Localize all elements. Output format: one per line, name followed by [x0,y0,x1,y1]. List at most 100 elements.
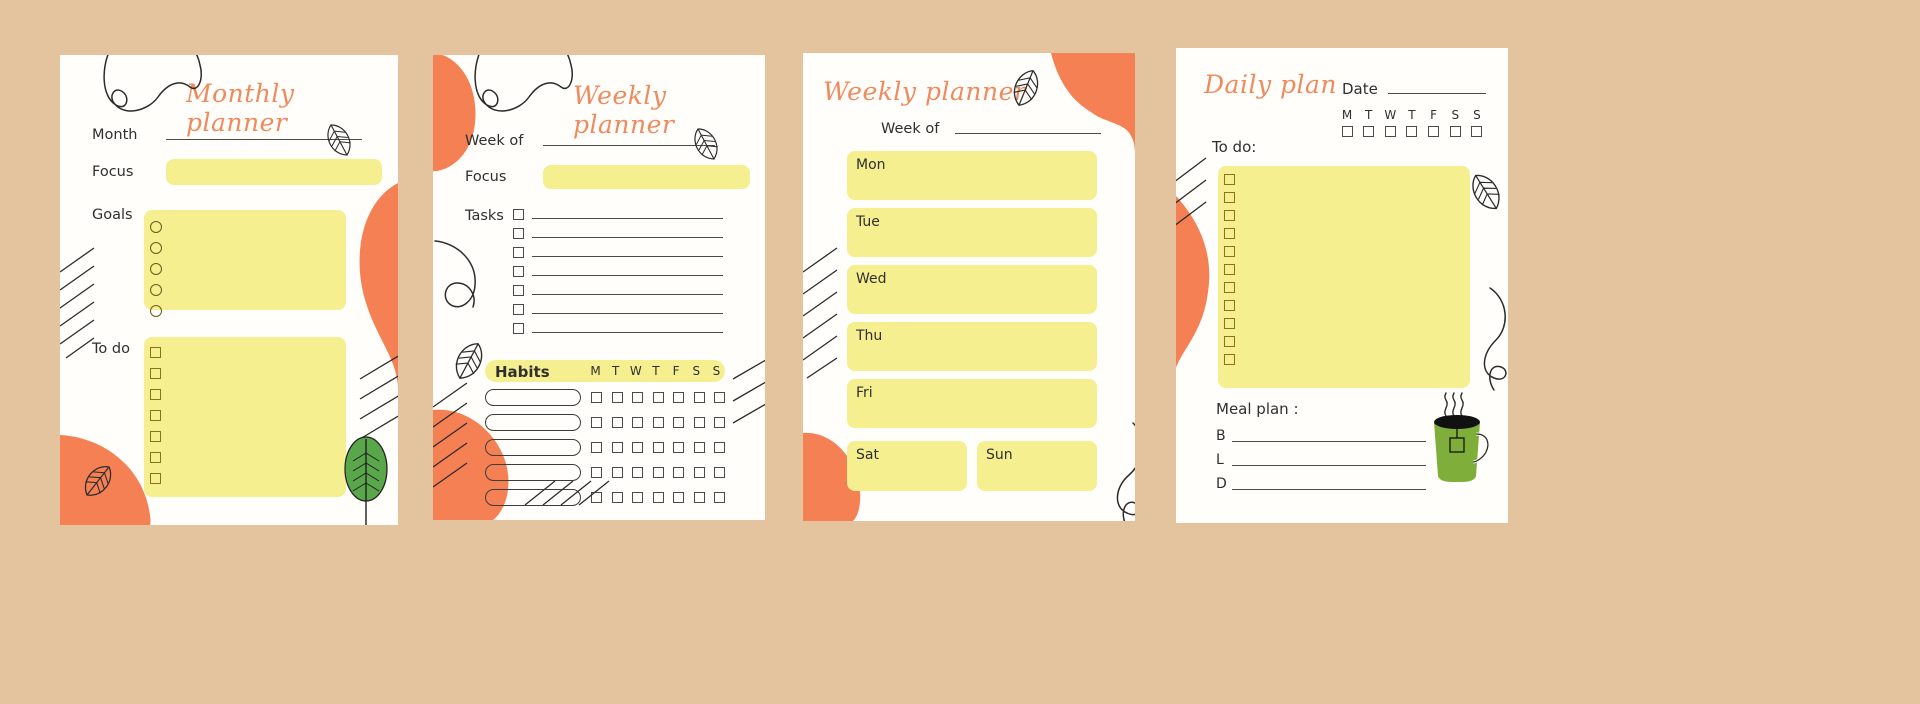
habit-checkbox[interactable] [591,442,602,453]
meal-input-line[interactable] [1232,440,1426,442]
meal-input-line[interactable] [1232,488,1426,490]
todo-checkbox[interactable] [1224,210,1235,221]
day-checkbox[interactable] [1341,126,1353,137]
task-checkbox[interactable] [513,323,524,334]
day-checkbox[interactable] [1363,126,1375,137]
todo-checkbox[interactable] [1224,282,1235,293]
habit-checkbox[interactable] [652,492,664,503]
task-row[interactable] [513,300,723,319]
task-line[interactable] [532,237,723,238]
habit-checkbox[interactable] [714,392,725,403]
habit-checkbox[interactable] [652,467,664,478]
habit-checkbox[interactable] [714,467,725,478]
task-row[interactable] [513,205,723,224]
task-line[interactable] [532,332,723,333]
task-checkbox[interactable] [513,304,524,315]
task-checkbox[interactable] [513,209,524,220]
weekday-block[interactable]: Mon [847,151,1097,200]
task-checkbox[interactable] [513,285,524,296]
habit-checkbox[interactable] [693,417,705,428]
task-row[interactable] [513,319,723,338]
task-row[interactable] [513,281,723,300]
todo-checkbox[interactable] [1224,318,1235,329]
habit-checkbox[interactable] [673,392,684,403]
todo-checkbox[interactable] [1224,354,1235,365]
meal-input-line[interactable] [1232,464,1426,466]
habit-checkbox[interactable] [673,492,684,503]
week-of-input-line[interactable] [955,133,1101,134]
day-checkbox[interactable] [1406,126,1418,137]
habit-name-field[interactable] [485,464,581,481]
goal-circle-marker[interactable] [150,221,162,233]
habit-checkbox[interactable] [632,442,643,453]
month-input-line[interactable] [166,139,362,140]
habit-checkbox[interactable] [714,492,725,503]
todo-box[interactable] [1218,166,1470,388]
habit-checkbox[interactable] [611,492,623,503]
habit-checkbox[interactable] [591,492,602,503]
weekend-block[interactable]: Sun [977,441,1097,491]
weekday-block[interactable]: Tue [847,208,1097,257]
todo-checkbox[interactable] [150,410,161,421]
todo-checkbox[interactable] [1224,228,1235,239]
habit-checkbox[interactable] [714,442,725,453]
task-checkbox[interactable] [513,266,524,277]
todo-checkbox[interactable] [150,389,161,400]
habit-checkbox[interactable] [652,442,664,453]
todo-checkbox[interactable] [150,368,161,379]
weekday-block[interactable]: Wed [847,265,1097,314]
task-line[interactable] [532,294,723,295]
goal-circle-marker[interactable] [150,242,162,254]
todo-checkbox[interactable] [150,431,161,442]
day-checkbox[interactable] [1449,126,1461,137]
week-of-input-line[interactable] [543,145,715,146]
habit-checkbox[interactable] [591,467,602,478]
task-line[interactable] [532,256,723,257]
habit-checkbox[interactable] [673,417,684,428]
todo-checkbox[interactable] [1224,174,1235,185]
habit-checkbox[interactable] [632,467,643,478]
todo-checkbox[interactable] [1224,336,1235,347]
todo-checkbox[interactable] [1224,246,1235,257]
habit-checkbox[interactable] [673,442,684,453]
todo-checkbox[interactable] [150,473,161,484]
goal-circle-marker[interactable] [150,263,162,275]
habit-checkbox[interactable] [591,417,602,428]
day-checkbox[interactable] [1384,126,1396,137]
todo-checkbox[interactable] [1224,264,1235,275]
habit-name-field[interactable] [485,389,581,406]
habit-checkbox[interactable] [693,392,705,403]
task-line[interactable] [532,313,723,314]
habit-checkbox[interactable] [611,467,623,478]
habit-checkbox[interactable] [693,467,705,478]
todo-checkbox[interactable] [1224,192,1235,203]
focus-input-box[interactable] [543,165,750,189]
habit-name-field[interactable] [485,414,581,431]
goal-circle-marker[interactable] [150,305,162,317]
task-line[interactable] [532,218,723,219]
task-row[interactable] [513,224,723,243]
habit-checkbox[interactable] [693,442,705,453]
habit-checkbox[interactable] [652,417,664,428]
day-checkbox[interactable] [1428,126,1440,137]
habit-name-field[interactable] [485,489,581,506]
habit-name-field[interactable] [485,439,581,456]
habit-checkbox[interactable] [611,392,623,403]
focus-input-box[interactable] [166,159,382,185]
task-checkbox[interactable] [513,228,524,239]
weekend-block[interactable]: Sat [847,441,967,491]
task-row[interactable] [513,262,723,281]
habit-checkbox[interactable] [611,442,623,453]
todo-checkbox[interactable] [150,452,161,463]
habit-checkbox[interactable] [652,392,664,403]
weekday-block[interactable]: Thu [847,322,1097,371]
task-line[interactable] [532,275,723,276]
day-checkbox[interactable] [1471,126,1483,137]
goal-circle-marker[interactable] [150,284,162,296]
habit-checkbox[interactable] [714,417,725,428]
goals-box[interactable] [144,210,346,310]
todo-checkbox[interactable] [1224,300,1235,311]
habit-checkbox[interactable] [591,392,602,403]
habit-checkbox[interactable] [632,417,643,428]
task-checkbox[interactable] [513,247,524,258]
